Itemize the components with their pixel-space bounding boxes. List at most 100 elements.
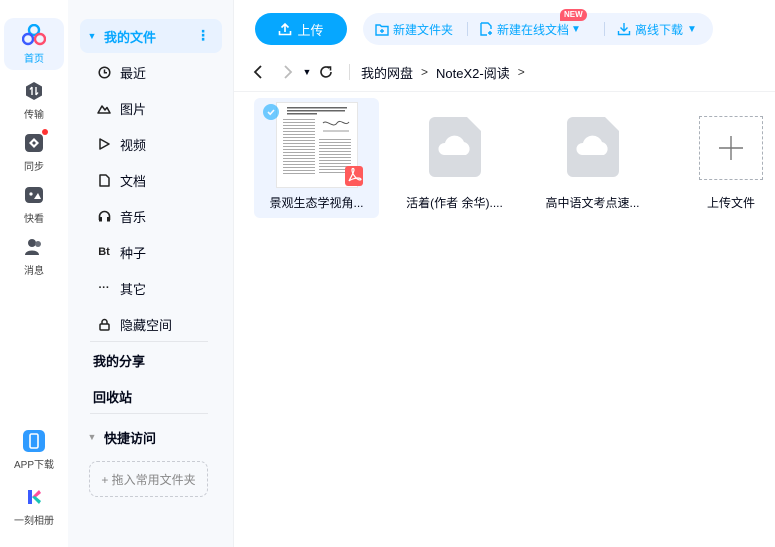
sidebar-item-video[interactable]: 视频 [80, 127, 222, 161]
headphone-icon [92, 210, 116, 222]
file-name: 高中语文考点速... [545, 196, 640, 210]
upload-file-tile[interactable]: 上传文件 [687, 98, 775, 218]
sidebar-item-images[interactable]: 图片 [80, 91, 222, 125]
sidebar-item-label: 视频 [120, 137, 147, 153]
chevron-left-icon [253, 65, 262, 79]
more-icon: ··· [98, 282, 110, 294]
sidebar-recycle-bin[interactable]: 回收站 [80, 379, 222, 413]
rail-home[interactable]: 首页 [4, 18, 64, 70]
rail-sync[interactable]: 同步 [4, 126, 64, 178]
toolbar-group: 新建文件夹 新建在线文档 ▼ 离线下载 ▼ [363, 13, 713, 45]
sidebar-my-share[interactable]: 我的分享 [80, 343, 222, 377]
dropdown-arrow-icon: ▼ [687, 23, 697, 35]
sync-icon [22, 129, 48, 155]
more-vertical-icon[interactable]: ⋮ [196, 27, 210, 44]
pdf-icon [345, 166, 363, 186]
file-item[interactable]: 景观生态学视角... [254, 98, 379, 218]
history-dropdown-button[interactable]: ▼ [299, 60, 315, 84]
drop-zone-common-folder[interactable]: + 拖入常用文件夹 [89, 461, 208, 497]
file-name: 景观生态学视角... [269, 196, 364, 210]
rail-app-download[interactable]: APP下载 [4, 424, 64, 476]
cloud-document-icon [429, 117, 481, 177]
new-folder-label: 新建文件夹 [393, 22, 454, 37]
sidebar-item-recent[interactable]: 最近 [80, 55, 222, 89]
sidebar: ▼ 我的文件 ⋮ 最近 图片 视频 文档 音乐 Bt 种子 ··· 其它 隐藏空… [68, 0, 233, 547]
new-badge: NEW [560, 9, 587, 21]
transfer-icon [22, 79, 46, 103]
rail-app-download-label: APP下载 [13, 460, 54, 471]
sidebar-item-label: 隐藏空间 [120, 317, 173, 333]
rail-message-label: 消息 [24, 266, 44, 277]
upload-button[interactable]: 上传 [255, 13, 347, 45]
divider [349, 64, 350, 80]
clock-icon [92, 65, 116, 79]
rail-transfer[interactable]: 传输 [4, 74, 64, 126]
offline-download-button[interactable]: 离线下载 ▼ [617, 13, 697, 45]
sidebar-item-other[interactable]: ··· 其它 [80, 271, 222, 305]
sidebar-my-files[interactable]: ▼ 我的文件 ⋮ [80, 19, 222, 53]
file-name: 活着(作者 余华).... [406, 196, 503, 210]
cloud-document-icon [567, 117, 619, 177]
quick-access-label: 快捷访问 [104, 430, 157, 446]
sidebar-item-label: 音乐 [120, 209, 147, 225]
message-icon [22, 235, 46, 259]
divider [234, 91, 775, 92]
quick-view-icon [22, 183, 46, 207]
sidebar-item-label: 图片 [120, 101, 147, 117]
sidebar-item-label: 文档 [120, 173, 147, 189]
sidebar-item-docs[interactable]: 文档 [80, 163, 222, 197]
sidebar-item-hidden-space[interactable]: 隐藏空间 [80, 307, 222, 341]
rail-album[interactable]: 一刻相册 [4, 480, 64, 532]
divider [604, 22, 605, 36]
breadcrumb: 我的网盘 > NoteX2-阅读 > [361, 60, 533, 84]
upload-button-label: 上传 [297, 22, 324, 38]
divider [233, 0, 234, 547]
refresh-button[interactable] [315, 60, 337, 84]
forward-button[interactable] [277, 60, 299, 84]
notification-dot [42, 129, 48, 135]
refresh-icon [320, 66, 332, 78]
rail-home-label: 首页 [24, 54, 44, 65]
sidebar-item-music[interactable]: 音乐 [80, 199, 222, 233]
new-folder-icon [375, 23, 389, 36]
sidebar-item-label: 种子 [120, 245, 147, 261]
divider [90, 341, 208, 342]
rail-quick-view-label: 快看 [24, 214, 44, 225]
new-doc-icon [480, 22, 492, 36]
rail-sync-label: 同步 [24, 162, 44, 173]
sidebar-my-files-label: 我的文件 [104, 29, 157, 45]
caret-down-icon: ▼ [87, 31, 97, 41]
rail-quick-view[interactable]: 快看 [4, 178, 64, 230]
app-window: 首页 传输 同步 快看 消息 APP下载 一刻相册 ▼ 我的文件 ⋮ 最近 图片… [0, 0, 775, 547]
divider [90, 413, 208, 414]
download-icon [617, 23, 631, 36]
document-icon [92, 173, 116, 187]
sidebar-quick-access[interactable]: ▼ 快捷访问 [80, 422, 222, 452]
home-cloud-icon [22, 23, 46, 47]
breadcrumb-item-current[interactable]: NoteX2-阅读 [436, 63, 510, 82]
rail-message[interactable]: 消息 [4, 230, 64, 282]
selected-check-icon[interactable] [263, 104, 279, 120]
plus-icon [699, 116, 763, 180]
file-item[interactable]: 活着(作者 余华).... [392, 98, 517, 218]
image-icon [92, 102, 116, 114]
dropdown-arrow-icon: ▼ [571, 23, 581, 35]
navigation-controls: ▼ [247, 60, 337, 84]
phone-icon [22, 429, 46, 453]
upload-file-label: 上传文件 [706, 196, 755, 210]
upload-icon [279, 22, 292, 36]
left-rail: 首页 传输 同步 快看 消息 APP下载 一刻相册 [0, 0, 68, 547]
new-folder-button[interactable]: 新建文件夹 [375, 13, 453, 45]
rail-transfer-label: 传输 [24, 110, 44, 121]
caret-down-icon: ▼ [302, 67, 312, 77]
chevron-right-icon: > [517, 65, 525, 79]
sidebar-item-torrent[interactable]: Bt 种子 [80, 235, 222, 269]
breadcrumb-item-root[interactable]: 我的网盘 [361, 63, 413, 82]
chevron-right-icon [284, 65, 293, 79]
sidebar-item-label: 最近 [120, 65, 147, 81]
file-item[interactable]: 高中语文考点速... [530, 98, 655, 218]
chevron-right-icon: > [421, 65, 429, 79]
back-button[interactable] [247, 60, 269, 84]
torrent-icon: Bt [98, 246, 110, 258]
caret-down-icon: ▼ [87, 432, 97, 442]
